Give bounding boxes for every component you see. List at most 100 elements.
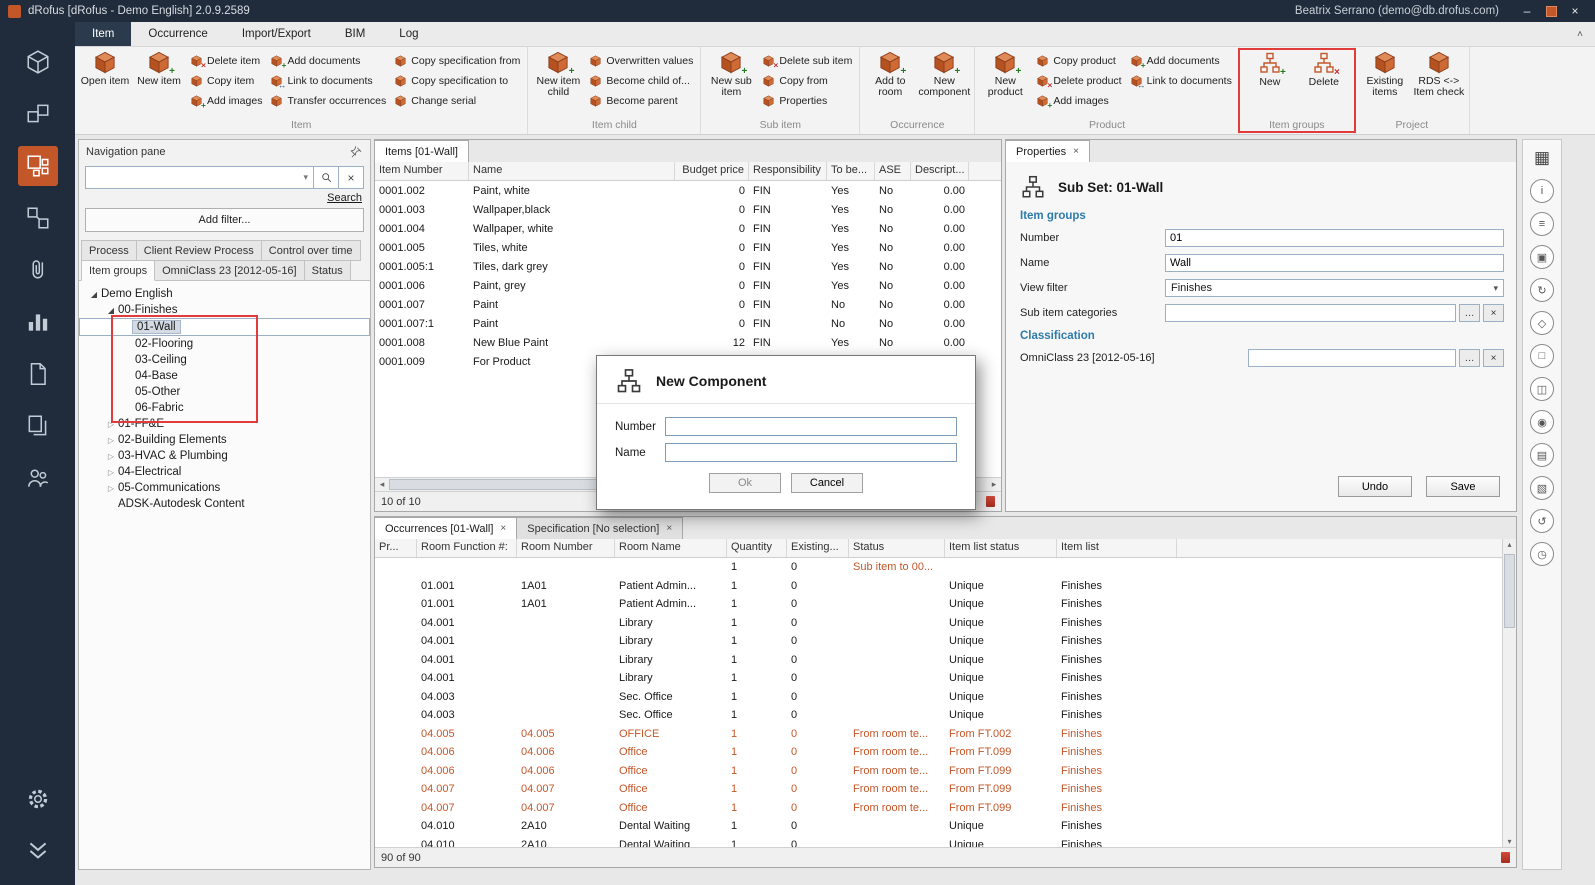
tree-item-06-fabric[interactable]: 06-Fabric (79, 400, 370, 416)
settings-icon[interactable] (18, 779, 58, 819)
undo-button[interactable]: Undo (1338, 476, 1412, 497)
number-field[interactable] (1165, 229, 1504, 247)
item-row[interactable]: 0001.006Paint, grey0FINYesNo0.00 (375, 276, 1001, 295)
dialog-number-input[interactable] (665, 417, 957, 436)
pin-icon[interactable] (350, 146, 363, 159)
tree-item-05-communications[interactable]: ▷05-Communications (79, 480, 370, 496)
filter-tab-process[interactable]: Process (81, 240, 137, 261)
new-sub-item-button[interactable]: +New sub item (705, 49, 757, 100)
items-icon[interactable] (18, 146, 58, 186)
tree-item-adsk-autodesk-content[interactable]: ADSK-Autodesk Content (79, 496, 370, 512)
delete-button[interactable]: ×Delete (1298, 49, 1350, 90)
maximize-button[interactable] (1539, 0, 1563, 22)
column-header-item-list[interactable]: Item list (1057, 539, 1177, 557)
info-icon[interactable]: i (1530, 179, 1554, 203)
tree-item-03-hvac-plumbing[interactable]: ▷03-HVAC & Plumbing (79, 448, 370, 464)
clear-search-button[interactable]: × (339, 166, 364, 189)
item-row[interactable]: 0001.003Wallpaper,black0FINYesNo0.00 (375, 200, 1001, 219)
occurrence-row[interactable]: 04.00604.006Office10From room te...From … (375, 743, 1502, 762)
new-item-child-button[interactable]: +New item child (532, 49, 584, 100)
properties-list-icon[interactable]: ≡ (1530, 212, 1554, 236)
collapse-sidebar-icon[interactable] (18, 831, 58, 871)
open-item-button[interactable]: Open item (79, 49, 131, 89)
clear-field-button[interactable]: × (1483, 349, 1504, 367)
tree-item-02-flooring[interactable]: 02-Flooring (79, 336, 370, 352)
tree-item-01-ff-e[interactable]: ▷01-FF&E (79, 416, 370, 432)
add-images-button[interactable]: +Add images (187, 91, 265, 111)
item-groups-icon[interactable]: ▣ (1530, 245, 1554, 269)
cube-icon[interactable]: □ (1530, 344, 1554, 368)
tree-item-03-ceiling[interactable]: 03-Ceiling (79, 352, 370, 368)
lookup-button[interactable]: … (1459, 349, 1480, 367)
scroll-down-icon[interactable]: ▾ (1503, 837, 1516, 846)
become-child-of-button[interactable]: Become child of... (586, 71, 696, 91)
delete-sub-item-button[interactable]: ×Delete sub item (759, 51, 855, 71)
specifications-icon[interactable] (18, 354, 58, 394)
camera-icon[interactable]: ◉ (1530, 410, 1554, 434)
column-header-quantity[interactable]: Quantity (727, 539, 787, 557)
occurrence-row[interactable]: 04.00504.005OFFICE10From room te...From … (375, 725, 1502, 744)
delete-item-button[interactable]: ×Delete item (187, 51, 265, 71)
occurrence-row[interactable]: 04.001Library10UniqueFinishes (375, 669, 1502, 688)
save-button[interactable]: Save (1426, 476, 1500, 497)
ribbon-collapse-icon[interactable]: ˄ (1577, 22, 1583, 46)
change-serial-button[interactable]: Change serial (391, 91, 523, 111)
column-header-pr[interactable]: Pr... (375, 539, 417, 557)
add-documents-button[interactable]: +Add documents (1127, 51, 1235, 71)
column-header-room-number[interactable]: Room Number (517, 539, 615, 557)
column-header-existing[interactable]: Existing... (787, 539, 849, 557)
project-icon[interactable] (18, 42, 58, 82)
model-3d-icon[interactable]: ◇ (1530, 311, 1554, 335)
filter-tab-status[interactable]: Status (304, 260, 351, 281)
item-row[interactable]: 0001.007:1Paint0FINNoNo0.00 (375, 314, 1001, 333)
column-header-room-name[interactable]: Room Name (615, 539, 727, 557)
search-link[interactable]: Search (327, 192, 362, 204)
tab-occurrence[interactable]: Occurrence (131, 22, 224, 46)
omniclass-field[interactable] (1248, 349, 1456, 367)
tree-item-04-electrical[interactable]: ▷04-Electrical (79, 464, 370, 480)
rooms-icon[interactable] (18, 94, 58, 134)
transfer-occurrences-button[interactable]: Transfer occurrences (267, 91, 389, 111)
item-row[interactable]: 0001.004Wallpaper, white0FINYesNo0.00 (375, 219, 1001, 238)
column-header-ase[interactable]: ASE (875, 162, 911, 180)
occurrence-row[interactable]: 10Sub item to 00... (375, 558, 1502, 577)
link-to-documents-button[interactable]: ↔Link to documents (267, 71, 389, 91)
occurrence-row[interactable]: 04.001Library10UniqueFinishes (375, 614, 1502, 633)
occurrence-row[interactable]: 01.0011A01Patient Admin...10UniqueFinish… (375, 595, 1502, 614)
occurrence-row[interactable]: 04.00704.007Office10From room te...From … (375, 780, 1502, 799)
scroll-up-icon[interactable]: ▴ (1503, 540, 1516, 549)
occurrence-row[interactable]: 04.001Library10UniqueFinishes (375, 651, 1502, 670)
products-icon[interactable] (18, 198, 58, 238)
column-header-status[interactable]: Status (849, 539, 945, 557)
become-parent-button[interactable]: Become parent (586, 91, 696, 111)
tree-item-01-wall[interactable]: 01-Wall (79, 318, 370, 336)
item-row[interactable]: 0001.005:1Tiles, dark grey0FINYesNo0.00 (375, 257, 1001, 276)
new-product-button[interactable]: +New product (979, 49, 1031, 100)
filter-indicator-icon[interactable] (986, 496, 995, 507)
history-icon[interactable]: ◷ (1530, 542, 1554, 566)
clear-field-button[interactable]: × (1483, 304, 1504, 322)
tree-item-demo-english[interactable]: ◢Demo English (79, 286, 370, 302)
tab-specification[interactable]: Specification [No selection] × (516, 517, 683, 539)
tab-bim[interactable]: BIM (328, 22, 382, 46)
item-row[interactable]: 0001.007Paint0FINNoNo0.00 (375, 295, 1001, 314)
navigation-search-input[interactable]: ▾ (85, 166, 314, 189)
tab-properties[interactable]: Properties × (1005, 140, 1090, 162)
filter-indicator-icon[interactable] (1501, 852, 1510, 863)
new-button[interactable]: +New (1244, 49, 1296, 90)
tree-item-04-base[interactable]: 04-Base (79, 368, 370, 384)
filter-tab-client-review-process[interactable]: Client Review Process (136, 240, 262, 261)
occurrence-row[interactable]: 04.00704.007Office10From room te...From … (375, 799, 1502, 818)
copy-product-button[interactable]: Copy product (1033, 51, 1124, 71)
filter-tab-omniclass-23-2012-05-16[interactable]: OmniClass 23 [2012-05-16] (154, 260, 305, 281)
occurrence-row[interactable]: 04.0102A10Dental Waiting10UniqueFinishes (375, 817, 1502, 836)
layout-grid-icon[interactable]: ▦ (1531, 146, 1553, 170)
attachments-icon[interactable] (18, 250, 58, 290)
filter-tab-item-groups[interactable]: Item groups (81, 260, 155, 281)
contacts-icon[interactable] (18, 458, 58, 498)
close-button[interactable]: × (1563, 0, 1587, 22)
occurrence-row[interactable]: 04.003Sec. Office10UniqueFinishes (375, 688, 1502, 707)
tab-import-export[interactable]: Import/Export (225, 22, 328, 46)
tab-items[interactable]: Items [01-Wall] (374, 140, 469, 162)
column-header-name[interactable]: Name (469, 162, 675, 180)
